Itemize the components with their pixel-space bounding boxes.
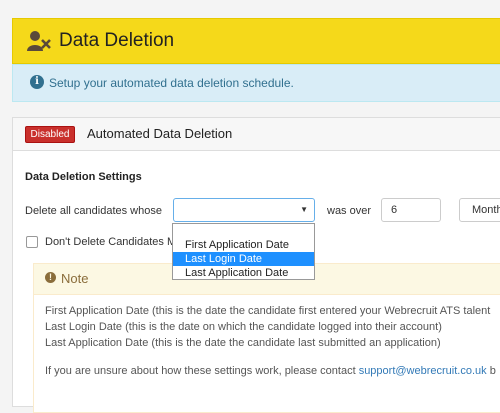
note-box: ! Note First Application Date (this is t… — [33, 263, 500, 413]
date-criteria-dropdown: First Application Date Last Login Date L… — [172, 223, 315, 280]
settings-heading: Data Deletion Settings — [25, 171, 142, 183]
dont-delete-label: Don't Delete Candidates M — [45, 236, 173, 248]
status-badge[interactable]: Disabled — [25, 126, 75, 143]
period-unit-select[interactable]: Month — [459, 198, 500, 222]
option-last-login-date[interactable]: Last Login Date — [173, 252, 314, 266]
contact-prefix: If you are unsure about how these settin… — [45, 365, 359, 377]
note-line-last-application: Last Application Date (this is the date … — [45, 337, 441, 349]
page-header: Data Deletion — [12, 18, 500, 64]
page-title: Data Deletion — [59, 30, 175, 51]
date-criteria-select[interactable]: ▼ — [173, 198, 315, 222]
chevron-down-icon: ▼ — [300, 205, 308, 214]
note-line-first-application: First Application Date (this is the date… — [45, 305, 491, 317]
option-first-application-date[interactable]: First Application Date — [173, 238, 314, 252]
note-title: Note — [61, 271, 89, 286]
warning-icon: ! — [45, 272, 56, 283]
support-email-link[interactable]: support@webrecruit.co.uk — [359, 365, 487, 377]
option-last-application-date[interactable]: Last Application Date — [173, 266, 314, 280]
contact-suffix: b — [486, 365, 496, 377]
user-delete-icon — [27, 31, 51, 51]
info-text: Setup your automated data deletion sched… — [49, 76, 294, 90]
note-line-last-login: Last Login Date (this is the date on whi… — [45, 321, 442, 333]
delete-criteria-label: Delete all candidates whose — [25, 205, 162, 217]
period-number-input[interactable]: 6 — [381, 198, 441, 222]
panel-header: Disabled Automated Data Deletion — [13, 118, 500, 151]
info-icon: i — [30, 75, 44, 89]
note-contact-line: If you are unsure about how these settin… — [45, 365, 496, 377]
info-alert: i Setup your automated data deletion sch… — [12, 64, 500, 102]
was-over-label: was over — [327, 205, 372, 217]
dont-delete-checkbox[interactable] — [26, 236, 38, 248]
panel-title: Automated Data Deletion — [87, 126, 233, 141]
